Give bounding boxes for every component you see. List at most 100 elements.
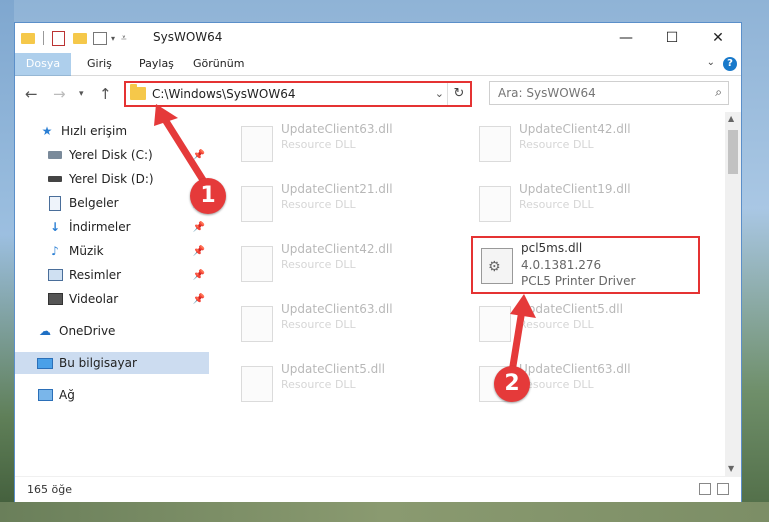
tab-view[interactable]: Görünüm	[183, 53, 254, 75]
separator	[43, 31, 44, 45]
file-explorer-window: ▾ ⩡ SysWOW64 — ☐ ✕ Dosya Giriş Paylaş Gö…	[14, 22, 742, 502]
pin-icon[interactable]: 📌	[193, 150, 205, 161]
dll-file-icon	[479, 126, 511, 162]
file-type: Resource DLL	[281, 258, 356, 271]
sidebar-item-local-disk-c[interactable]: Yerel Disk (C:) 📌	[15, 144, 209, 166]
pin-icon[interactable]: 📌	[193, 270, 205, 281]
sidebar-item-label: Ağ	[59, 388, 75, 402]
search-icon[interactable]: ⌕	[715, 85, 722, 100]
scrollbar-thumb[interactable]	[728, 130, 738, 174]
dll-file-icon	[241, 366, 273, 402]
refresh-icon[interactable]: ↻	[447, 83, 470, 105]
sidebar-item-downloads[interactable]: ↓ İndirmeler 📌	[15, 216, 209, 238]
file-item[interactable]: UpdateClient19.dll Resource DLL	[469, 176, 699, 226]
file-name: UpdateClient63.dll	[281, 122, 393, 136]
file-item[interactable]: UpdateClient5.dll Resource DLL	[469, 296, 699, 346]
sidebar-item-this-pc[interactable]: Bu bilgisayar	[15, 352, 209, 374]
file-name: UpdateClient19.dll	[519, 182, 631, 196]
file-name: pcl5ms.dll	[521, 241, 583, 255]
sidebar-item-label: Bu bilgisayar	[59, 356, 137, 370]
folder-icon[interactable]	[21, 32, 35, 44]
sidebar-item-label: OneDrive	[59, 324, 116, 338]
back-arrow-icon[interactable]: ←	[25, 85, 38, 103]
tab-share[interactable]: Paylaş	[129, 53, 184, 75]
pin-icon[interactable]: 📌	[193, 222, 205, 233]
file-item[interactable]: UpdateClient42.dll Resource DLL	[469, 116, 699, 166]
step-2-badge: 2	[494, 366, 530, 402]
address-bar[interactable]: C:\Windows\SysWOW64 ⌄ ↻	[124, 81, 472, 107]
file-type: PCL5 Printer Driver	[521, 274, 636, 288]
up-arrow-icon[interactable]: ↑	[99, 85, 112, 103]
sidebar-item-videos[interactable]: Videolar 📌	[15, 288, 209, 310]
file-type: Resource DLL	[519, 318, 594, 331]
sidebar-item-network[interactable]: Ağ	[15, 384, 209, 406]
item-count: 165 öğe	[27, 483, 72, 496]
sidebar-item-local-disk-d[interactable]: Yerel Disk (D:)	[15, 168, 209, 190]
recent-locations-icon[interactable]: ▾	[79, 89, 84, 99]
details-view-icon[interactable]	[699, 483, 711, 495]
sidebar-item-label: Müzik	[69, 244, 104, 258]
music-icon: ♪	[51, 244, 59, 258]
large-icons-view-icon[interactable]	[717, 483, 729, 495]
sidebar-item-pictures[interactable]: Resimler 📌	[15, 264, 209, 286]
file-item[interactable]: UpdateClient21.dll Resource DLL	[231, 176, 461, 226]
document-icon	[47, 195, 63, 211]
help-icon[interactable]: ?	[723, 57, 737, 71]
file-item[interactable]: UpdateClient63.dll Resource DLL	[231, 296, 461, 346]
sidebar-item-music[interactable]: ♪ Müzik 📌	[15, 240, 209, 262]
search-box[interactable]: ⌕	[489, 81, 729, 105]
sidebar-item-onedrive[interactable]: ☁ OneDrive	[15, 320, 209, 342]
scroll-up-icon[interactable]: ▲	[728, 114, 734, 123]
forward-arrow-icon[interactable]: →	[53, 85, 66, 103]
video-icon	[47, 292, 63, 306]
pin-icon[interactable]: 📌	[193, 294, 205, 305]
address-path[interactable]: C:\Windows\SysWOW64	[152, 87, 296, 101]
sidebar-item-label: Yerel Disk (D:)	[69, 172, 154, 186]
search-input[interactable]	[496, 85, 700, 101]
dll-file-icon: ⚙	[481, 248, 513, 284]
properties-icon[interactable]	[52, 30, 65, 46]
pictures-icon	[47, 268, 63, 282]
drive-icon	[47, 172, 63, 186]
customize-toolbar-icon[interactable]: ⩡	[121, 33, 127, 44]
quick-access-toolbar: ▾ ⩡	[21, 29, 127, 47]
file-name: UpdateClient21.dll	[281, 182, 393, 196]
maximize-button[interactable]: ☐	[649, 23, 695, 53]
file-version: 4.0.1381.276	[521, 258, 602, 272]
sidebar-item-quick-access[interactable]: ★ Hızlı erişim	[15, 120, 209, 142]
file-type: Resource DLL	[519, 198, 594, 211]
file-item-pcl5ms-dll[interactable]: ⚙ pcl5ms.dll 4.0.1381.276 PCL5 Printer D…	[471, 236, 700, 294]
vertical-scrollbar[interactable]: ▲ ▼	[725, 112, 741, 476]
file-item[interactable]: UpdateClient63.dll Resource DLL	[231, 116, 461, 166]
chevron-down-icon[interactable]: ▾	[111, 34, 115, 43]
file-type: Resource DLL	[281, 378, 356, 391]
dll-file-icon	[479, 306, 511, 342]
chevron-down-icon[interactable]: ⌄	[435, 87, 444, 100]
chevron-down-icon[interactable]: ⌄	[707, 57, 715, 68]
new-folder-icon[interactable]	[73, 32, 87, 44]
dll-file-icon	[241, 246, 273, 282]
file-name: UpdateClient42.dll	[519, 122, 631, 136]
sidebar-item-label: Hızlı erişim	[61, 124, 128, 138]
layout-icon[interactable]	[93, 31, 107, 45]
window-title: SysWOW64	[153, 30, 223, 44]
pin-icon[interactable]: 📌	[193, 246, 205, 257]
file-item[interactable]: UpdateClient5.dll Resource DLL	[231, 356, 461, 406]
dll-file-icon	[241, 186, 273, 222]
scroll-down-icon[interactable]: ▼	[728, 464, 734, 473]
minimize-button[interactable]: —	[603, 23, 649, 53]
file-name: UpdateClient5.dll	[519, 302, 623, 316]
status-bar: 165 öğe	[15, 476, 741, 502]
dll-file-icon	[479, 186, 511, 222]
sidebar-item-documents[interactable]: Belgeler 📌	[15, 192, 209, 214]
tab-home[interactable]: Giriş	[77, 53, 122, 75]
folder-icon	[130, 84, 146, 100]
sidebar-item-label: Yerel Disk (C:)	[69, 148, 153, 162]
sidebar-item-label: Belgeler	[69, 196, 119, 210]
desktop-background	[0, 0, 14, 522]
file-item[interactable]: UpdateClient42.dll Resource DLL	[231, 236, 461, 286]
close-button[interactable]: ✕	[695, 23, 741, 53]
file-type: Resource DLL	[519, 378, 594, 391]
desktop-taskbar-strip	[0, 502, 769, 522]
download-icon: ↓	[49, 220, 61, 234]
